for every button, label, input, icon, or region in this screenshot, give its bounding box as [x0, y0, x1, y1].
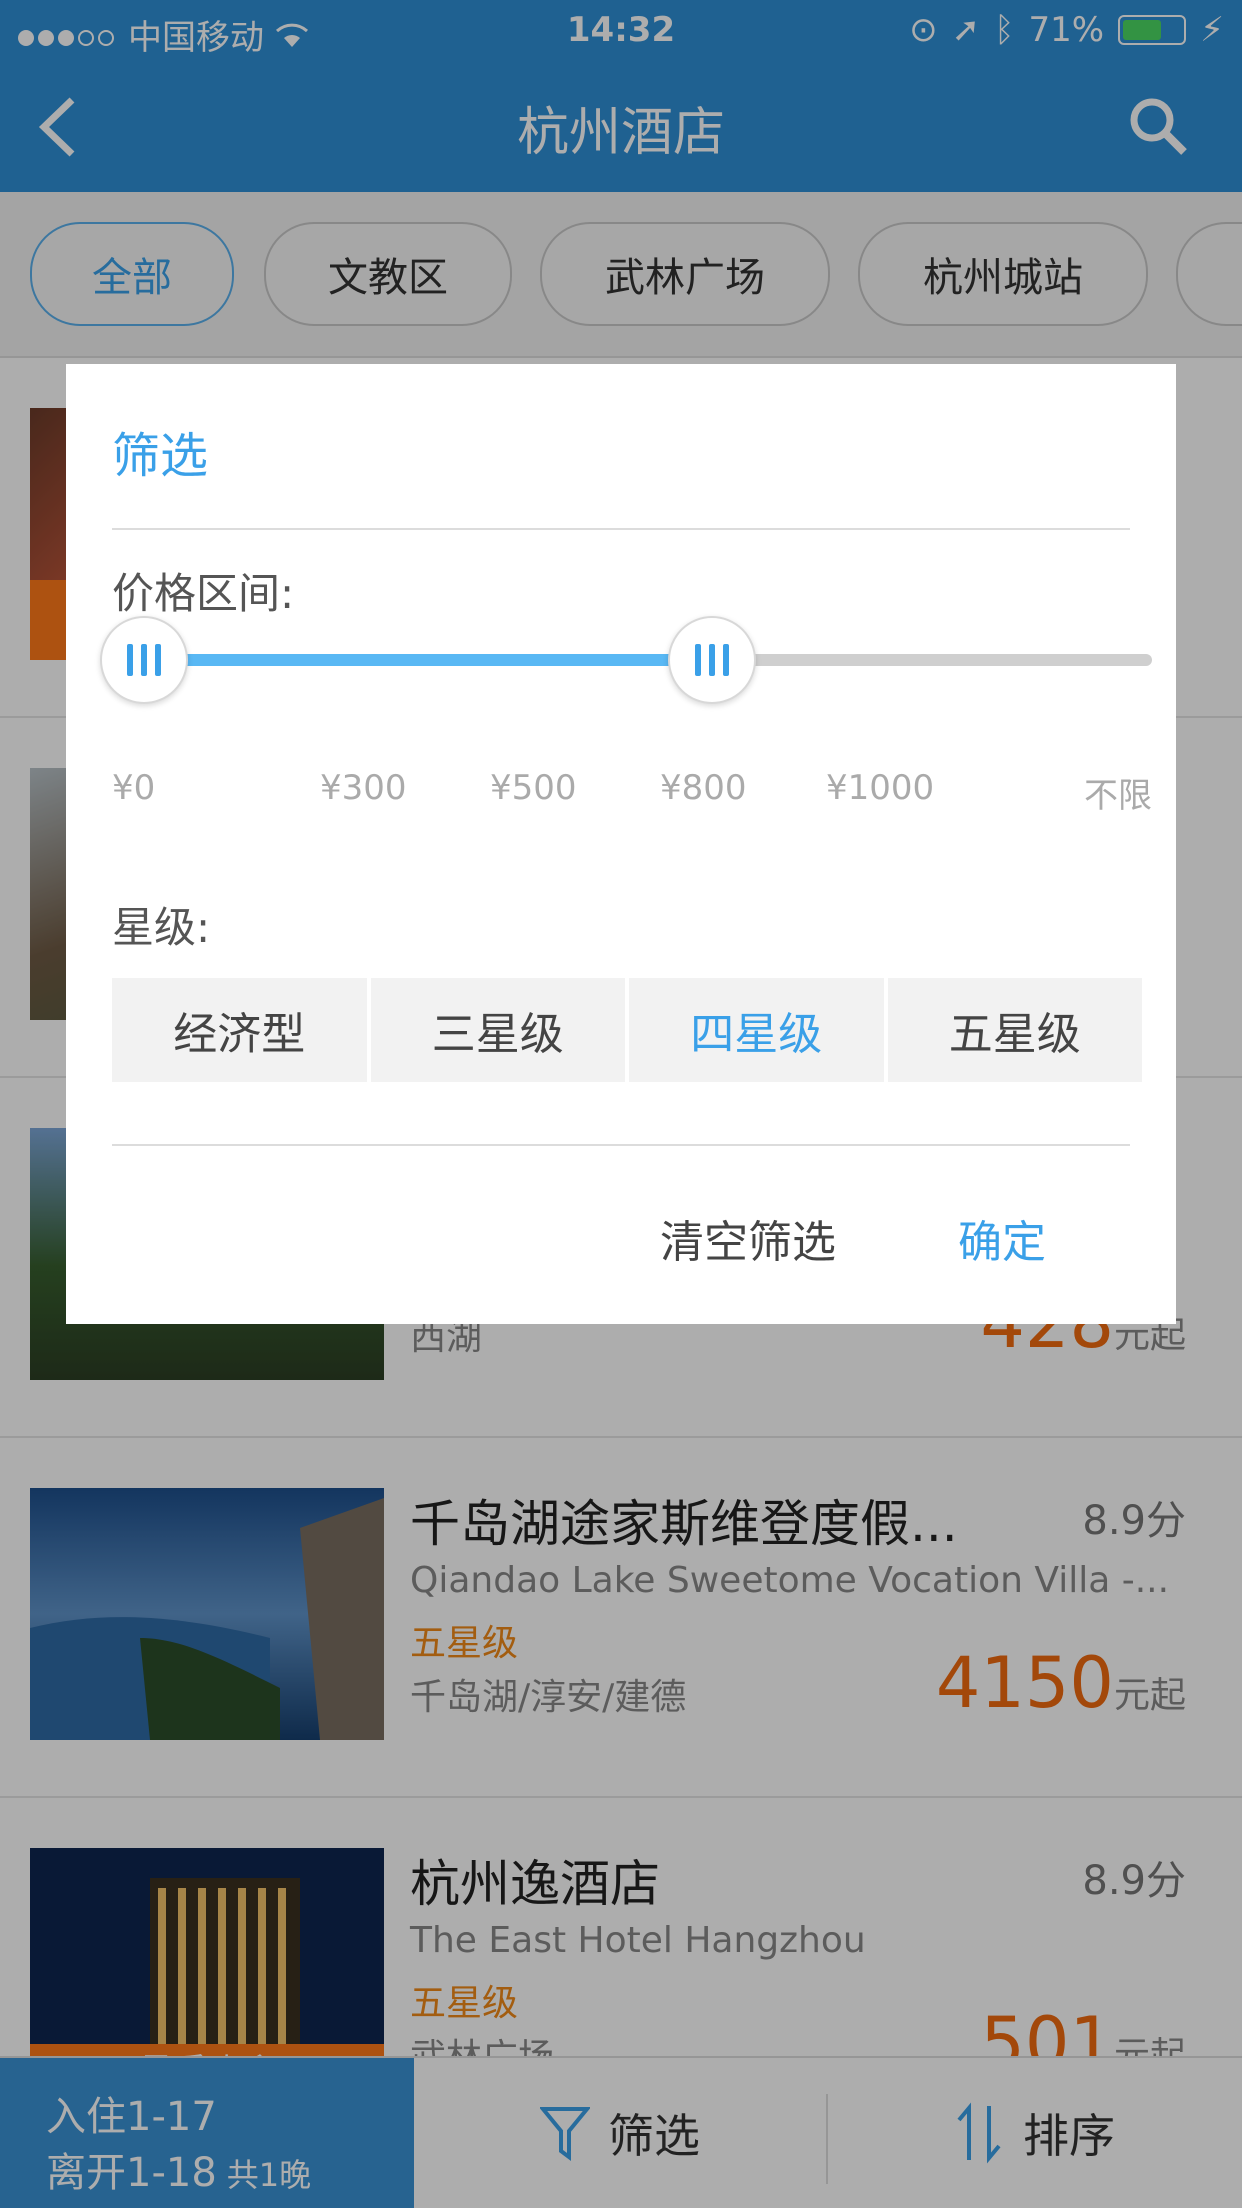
- price-range-slider[interactable]: [100, 616, 1152, 704]
- confirm-button[interactable]: 确定: [958, 1206, 1046, 1270]
- star-level-label: 星级:: [112, 903, 211, 952]
- tick-label: ¥1000: [826, 768, 935, 808]
- slider-max-handle[interactable]: [668, 616, 756, 704]
- star-option-5star[interactable]: 五星级: [887, 978, 1142, 1082]
- filter-dialog: 筛选 价格区间: ¥0 ¥300 ¥500 ¥800 ¥1000 不限 星级: …: [66, 364, 1176, 1324]
- clear-filter-button[interactable]: 清空筛选: [660, 1206, 836, 1270]
- tick-label: ¥0: [112, 768, 156, 808]
- slider-min-handle[interactable]: [100, 616, 188, 704]
- tick-label: 不限: [1084, 776, 1152, 816]
- divider: [112, 528, 1130, 530]
- tick-label: ¥800: [660, 768, 747, 808]
- star-option-4star[interactable]: 四星级: [629, 978, 884, 1082]
- tick-label: ¥500: [490, 768, 577, 808]
- slider-selected-range: [142, 654, 710, 666]
- star-option-3star[interactable]: 三星级: [370, 978, 625, 1082]
- price-ticks: ¥0 ¥300 ¥500 ¥800 ¥1000 不限: [112, 768, 1152, 818]
- star-level-options: 经济型 三星级 四星级 五星级: [112, 978, 1142, 1082]
- tick-label: ¥300: [320, 768, 407, 808]
- divider: [112, 1144, 1130, 1146]
- price-range-label: 价格区间:: [112, 569, 295, 618]
- dialog-title: 筛选: [112, 428, 209, 484]
- star-option-economy[interactable]: 经济型: [112, 978, 367, 1082]
